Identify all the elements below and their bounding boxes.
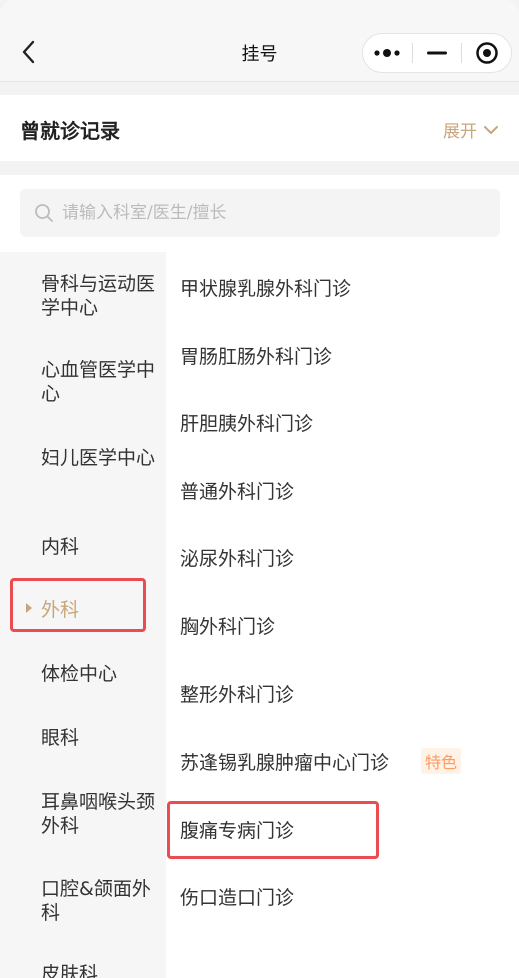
department-item[interactable]: 耳鼻咽喉头颈外科 — [41, 790, 161, 838]
department-item[interactable]: 骨科与运动医学中心 — [41, 272, 161, 320]
department-item[interactable]: 眼科 — [41, 726, 161, 750]
clinic-item[interactable]: 胃肠肛肠外科门诊 — [180, 342, 332, 369]
top-nav-bar: 挂号 — [0, 0, 519, 82]
visit-history-title: 曾就诊记录 — [20, 119, 120, 143]
clinic-item[interactable]: 普通外科门诊 — [180, 477, 294, 504]
search-icon — [35, 204, 53, 222]
clinic-item[interactable]: 胸外科门诊 — [180, 612, 275, 639]
minimize-icon — [427, 51, 447, 55]
more-button[interactable] — [363, 34, 412, 72]
visit-history-section: 曾就诊记录 展开 — [0, 95, 519, 161]
department-item-selected[interactable]: 外科 — [41, 598, 161, 622]
close-button[interactable] — [462, 34, 511, 72]
clinic-item[interactable]: 苏逢锡乳腺肿瘤中心门诊 — [180, 748, 389, 775]
mini-program-capsule — [362, 33, 512, 73]
search-bar[interactable] — [20, 189, 500, 237]
expand-label: 展开 — [443, 122, 477, 142]
department-item[interactable]: 体检中心 — [41, 662, 161, 686]
department-item[interactable]: 内科 — [41, 535, 161, 559]
clinic-item[interactable]: 整形外科门诊 — [180, 680, 294, 707]
department-item[interactable]: 心血管医学中心 — [41, 358, 161, 406]
feature-tag: 特色 — [421, 748, 462, 774]
target-circle-icon — [475, 42, 498, 64]
search-input[interactable] — [62, 203, 482, 223]
minimize-button[interactable] — [413, 34, 462, 72]
clinic-item[interactable]: 泌尿外科门诊 — [180, 544, 294, 571]
department-item[interactable]: 妇儿医学中心 — [41, 446, 161, 470]
more-dots-icon — [374, 49, 400, 57]
divider — [0, 81, 519, 82]
clinic-item[interactable]: 肝胆胰外科门诊 — [180, 409, 313, 436]
clinic-item[interactable]: 腹痛专病门诊 — [180, 816, 294, 843]
clinic-item[interactable]: 伤口造口门诊 — [180, 883, 294, 910]
expand-button[interactable]: 展开 — [443, 117, 499, 142]
selected-indicator-icon — [26, 603, 32, 613]
clinic-item[interactable]: 甲状腺乳腺外科门诊 — [180, 274, 351, 301]
department-item[interactable]: 皮肤科 — [41, 962, 161, 978]
chevron-down-icon — [484, 125, 498, 134]
department-item[interactable]: 口腔&颌面外科 — [41, 877, 161, 925]
